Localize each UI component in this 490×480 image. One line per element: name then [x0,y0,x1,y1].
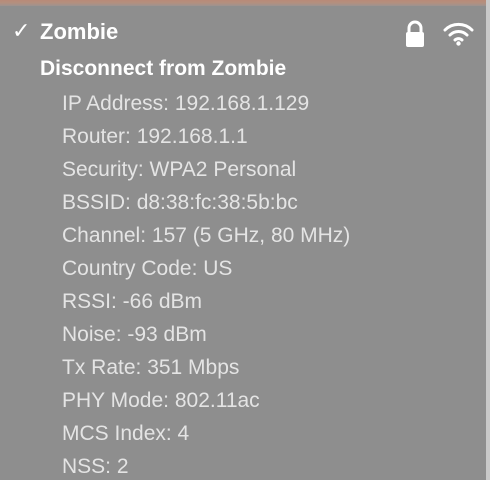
window-edge [486,0,490,480]
detail-nss: NSS: 2 [62,455,129,478]
lock-icon [406,20,424,47]
detail-rssi: RSSI: -66 dBm [62,290,203,313]
wifi-icon [443,22,474,46]
detail-phy-mode: PHY Mode: 802.11ac [62,389,260,412]
detail-mcs-index: MCS Index: 4 [62,422,190,445]
detail-router: Router: 192.168.1.1 [62,125,248,148]
network-name: Zombie [40,19,119,44]
detail-tx-rate: Tx Rate: 351 Mbps [62,356,240,379]
detail-country-code: Country Code: US [62,257,233,280]
detail-ip-address: IP Address: 192.168.1.129 [62,92,310,115]
network-details-list: IP Address: 192.168.1.129 Router: 192.16… [62,87,350,480]
network-item-zombie[interactable]: ✓ Zombie [0,6,486,58]
detail-security: Security: WPA2 Personal [62,158,297,181]
detail-channel: Channel: 157 (5 GHz, 80 MHz) [62,224,351,247]
detail-bssid: BSSID: d8:38:fc:38:5b:bc [62,191,298,214]
checkmark-icon: ✓ [12,19,31,44]
detail-noise: Noise: -93 dBm [62,323,207,346]
disconnect-menu-item[interactable]: Disconnect from Zombie [40,55,286,83]
wifi-menu: ✓ Zombie Disconnect from Zombie IP Addre… [0,6,486,480]
